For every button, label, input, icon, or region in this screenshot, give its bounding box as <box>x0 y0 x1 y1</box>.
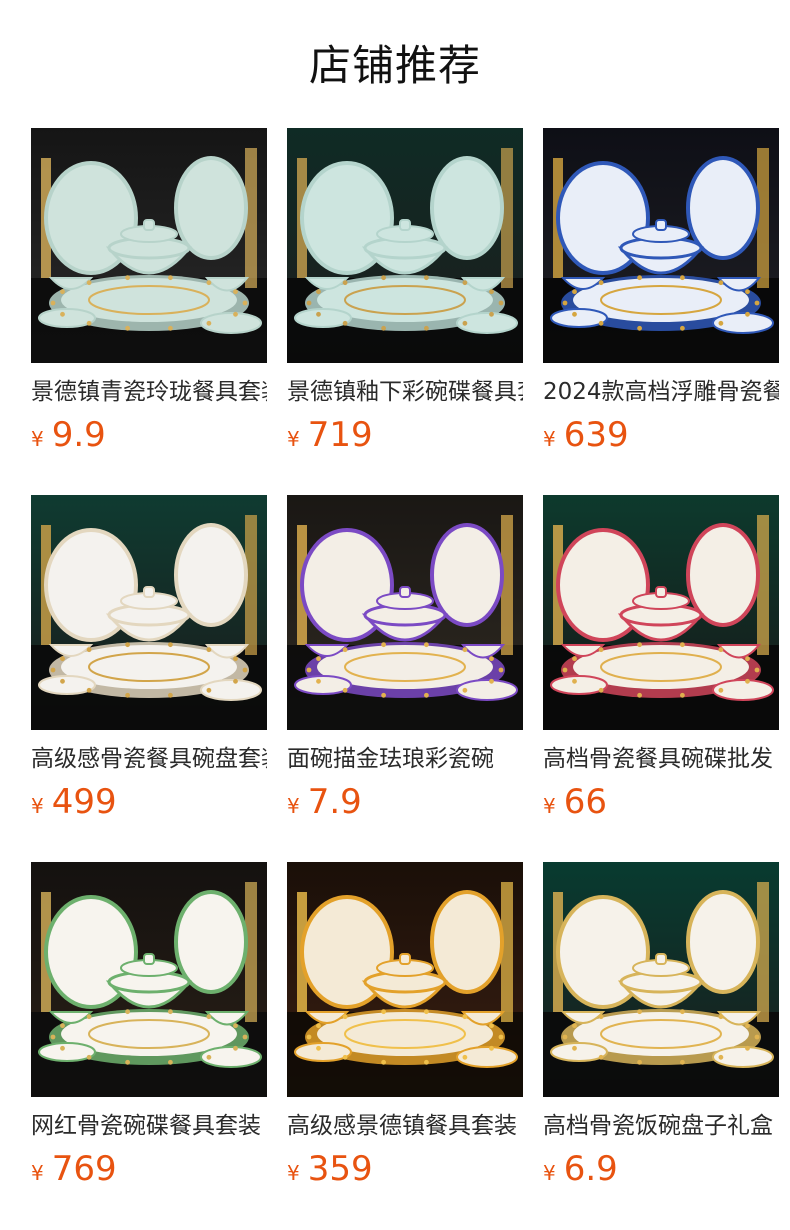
currency-symbol: ¥ <box>31 794 44 818</box>
product-card[interactable]: 高档骨瓷餐具碗碟批发 ¥66 <box>543 495 779 862</box>
product-image[interactable] <box>287 862 523 1097</box>
price-value: 719 <box>307 415 373 455</box>
currency-symbol: ¥ <box>543 427 556 451</box>
enamel-bowl-photo-icon <box>287 495 523 730</box>
product-card[interactable]: 高级感景德镇餐具套装 ¥359 <box>287 862 523 1229</box>
product-price: ¥639 <box>543 413 779 457</box>
product-image[interactable] <box>287 128 523 363</box>
product-image[interactable] <box>31 862 267 1097</box>
product-price: ¥66 <box>543 780 779 824</box>
product-name[interactable]: 高级感骨瓷餐具碗盘套装 <box>31 742 267 776</box>
product-price: ¥499 <box>31 780 267 824</box>
product-name[interactable]: 高级感景德镇餐具套装 <box>287 1109 523 1143</box>
price-value: 9.9 <box>51 415 106 455</box>
product-name[interactable]: 网红骨瓷碗碟餐具套装 <box>31 1109 267 1143</box>
product-price: ¥7.9 <box>287 780 523 824</box>
green-gold-set-photo-icon <box>543 862 779 1097</box>
product-name[interactable]: 高档骨瓷餐具碗碟批发 <box>543 742 779 776</box>
currency-symbol: ¥ <box>31 427 44 451</box>
product-grid: 景德镇青瓷玲珑餐具套装 ¥9.9 景德镇釉下彩碗碟餐具套装 ¥719 2024款… <box>31 128 779 1229</box>
currency-symbol: ¥ <box>543 1161 556 1185</box>
product-image[interactable] <box>543 862 779 1097</box>
price-value: 499 <box>51 782 117 822</box>
currency-symbol: ¥ <box>543 794 556 818</box>
product-price: ¥6.9 <box>543 1147 779 1191</box>
product-card[interactable]: 面碗描金珐琅彩瓷碗 ¥7.9 <box>287 495 523 862</box>
product-card[interactable]: 2024款高档浮雕骨瓷餐具 ¥639 <box>543 128 779 495</box>
white-bone-china-photo-icon <box>31 495 267 730</box>
price-value: 6.9 <box>563 1149 618 1189</box>
gold-rim-bowls-photo-icon <box>543 495 779 730</box>
product-name[interactable]: 2024款高档浮雕骨瓷餐具 <box>543 375 779 409</box>
product-image[interactable] <box>543 495 779 730</box>
product-price: ¥9.9 <box>31 413 267 457</box>
price-value: 639 <box>563 415 629 455</box>
product-price: ¥719 <box>287 413 523 457</box>
product-card[interactable]: 高档骨瓷饭碗盘子礼盒 ¥6.9 <box>543 862 779 1229</box>
product-image[interactable] <box>31 495 267 730</box>
price-value: 66 <box>563 782 607 822</box>
product-card[interactable]: 景德镇釉下彩碗碟餐具套装 ¥719 <box>287 128 523 495</box>
currency-symbol: ¥ <box>31 1161 44 1185</box>
product-price: ¥359 <box>287 1147 523 1191</box>
page-title: 店铺推荐 <box>308 41 481 90</box>
product-name[interactable]: 景德镇青瓷玲珑餐具套装 <box>31 375 267 409</box>
currency-symbol: ¥ <box>287 1161 300 1185</box>
product-image[interactable] <box>31 128 267 363</box>
product-image[interactable] <box>287 495 523 730</box>
price-value: 7.9 <box>307 782 362 822</box>
product-name[interactable]: 高档骨瓷饭碗盘子礼盒 <box>543 1109 779 1143</box>
currency-symbol: ¥ <box>287 427 300 451</box>
price-value: 769 <box>51 1149 117 1189</box>
yellow-enamel-set-photo-icon <box>287 862 523 1097</box>
floral-bone-china-photo-icon <box>31 862 267 1097</box>
price-value: 359 <box>307 1149 373 1189</box>
celadon-dinnerware-photo-icon <box>31 128 267 363</box>
celadon-tableware-photo-icon <box>287 128 523 363</box>
product-card[interactable]: 网红骨瓷碗碟餐具套装 ¥769 <box>31 862 267 1229</box>
currency-symbol: ¥ <box>287 794 300 818</box>
product-price: ¥769 <box>31 1147 267 1191</box>
product-name[interactable]: 景德镇釉下彩碗碟餐具套装 <box>287 375 523 409</box>
product-image[interactable] <box>543 128 779 363</box>
product-card[interactable]: 高级感骨瓷餐具碗盘套装 ¥499 <box>31 495 267 862</box>
blue-pattern-dinnerware-photo-icon <box>543 128 779 363</box>
product-name[interactable]: 面碗描金珐琅彩瓷碗 <box>287 742 523 776</box>
product-card[interactable]: 景德镇青瓷玲珑餐具套装 ¥9.9 <box>31 128 267 495</box>
